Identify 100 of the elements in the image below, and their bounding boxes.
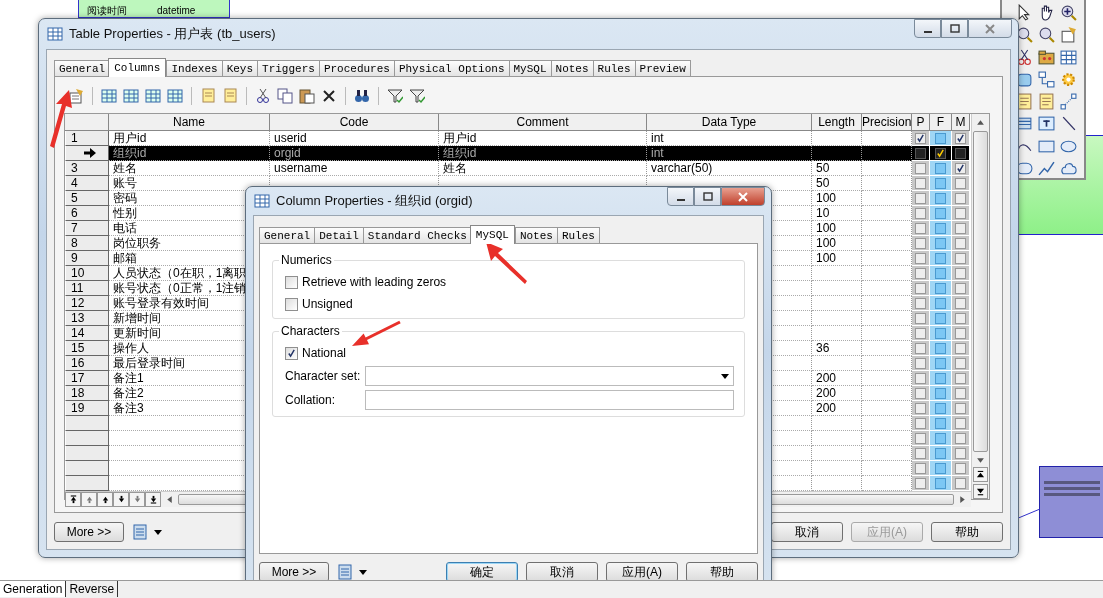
tab[interactable]: Rules xyxy=(592,60,636,76)
column-header[interactable]: Code xyxy=(270,114,439,131)
connector-icon[interactable] xyxy=(1038,70,1055,88)
checkbox[interactable] xyxy=(915,432,926,444)
checkbox[interactable] xyxy=(915,462,926,474)
row-header[interactable]: 15 xyxy=(65,341,109,356)
checkbox[interactable] xyxy=(955,462,966,474)
tab[interactable]: Triggers xyxy=(257,60,320,76)
column-header[interactable]: Name xyxy=(109,114,270,131)
row-header[interactable]: 19 xyxy=(65,401,109,416)
column-header[interactable]: Length xyxy=(812,114,862,131)
tab[interactable]: MySQL xyxy=(469,225,515,244)
paste-icon[interactable] xyxy=(299,88,315,104)
checkbox[interactable] xyxy=(915,222,926,234)
checkbox[interactable] xyxy=(915,192,926,204)
checkbox[interactable] xyxy=(915,132,926,144)
minimize-button[interactable] xyxy=(667,187,694,206)
column-header[interactable]: P xyxy=(912,114,930,131)
properties-icon[interactable] xyxy=(68,88,84,104)
scrollbar-thumb[interactable] xyxy=(973,131,988,452)
checkbox[interactable] xyxy=(935,237,946,249)
checkbox[interactable] xyxy=(955,297,966,309)
row-header[interactable]: 8 xyxy=(65,236,109,251)
dialog-button[interactable]: 确定 xyxy=(446,562,518,582)
table-row[interactable]: 组织id orgid 组织id int xyxy=(65,146,971,161)
checkbox[interactable] xyxy=(935,282,946,294)
minimize-button[interactable] xyxy=(914,19,941,38)
row-header[interactable]: 5 xyxy=(65,191,109,206)
checkbox[interactable] xyxy=(955,222,966,234)
checkbox[interactable] xyxy=(935,132,946,144)
cut-icon[interactable] xyxy=(255,88,271,104)
tab[interactable]: Columns xyxy=(108,58,167,77)
checkbox[interactable] xyxy=(955,417,966,429)
table-row[interactable]: 3 姓名 username 姓名 varchar(50) 50 xyxy=(65,161,971,176)
more-button[interactable]: More >> xyxy=(54,522,124,542)
scroll-down-icon[interactable] xyxy=(976,456,985,465)
checkbox[interactable] xyxy=(935,402,946,414)
checkbox[interactable] xyxy=(955,402,966,414)
dialog-button[interactable]: 应用(A) xyxy=(606,562,678,582)
scroll-left-icon[interactable] xyxy=(165,495,174,504)
checkbox[interactable] xyxy=(935,462,946,474)
row-header[interactable]: 7 xyxy=(65,221,109,236)
column-header[interactable]: M xyxy=(952,114,970,131)
close-button[interactable] xyxy=(721,187,765,206)
checkbox[interactable] xyxy=(915,252,926,264)
tab[interactable]: Notes xyxy=(550,60,594,76)
row-move-button[interactable] xyxy=(145,492,161,507)
tab[interactable]: General xyxy=(259,227,316,243)
row-header[interactable]: 13 xyxy=(65,311,109,326)
checkbox[interactable] xyxy=(915,312,926,324)
checkbox[interactable] xyxy=(955,432,966,444)
caret-icon[interactable] xyxy=(359,569,367,575)
checkbox[interactable] xyxy=(955,162,966,174)
checkbox[interactable] xyxy=(935,477,946,489)
checkbox[interactable] xyxy=(955,192,966,204)
checkbox[interactable] xyxy=(915,162,926,174)
checkbox[interactable] xyxy=(955,207,966,219)
row-move-button[interactable] xyxy=(65,492,81,507)
checkbox[interactable] xyxy=(915,147,926,159)
sheet-tab[interactable]: Generation xyxy=(0,581,67,597)
checkbox[interactable] xyxy=(915,357,926,369)
row-header[interactable]: 4 xyxy=(65,176,109,191)
checkbox[interactable] xyxy=(955,447,966,459)
checkbox[interactable] xyxy=(935,267,946,279)
checkbox[interactable] xyxy=(935,162,946,174)
note-icon[interactable] xyxy=(1038,93,1055,110)
dialog-button[interactable]: 取消 xyxy=(771,522,843,542)
maximize-button[interactable] xyxy=(694,187,721,206)
scroll-top-button[interactable] xyxy=(973,467,988,482)
row-header[interactable] xyxy=(65,146,109,161)
checkbox[interactable] xyxy=(285,275,298,289)
checkbox[interactable] xyxy=(915,477,926,489)
checkbox[interactable] xyxy=(935,387,946,399)
tab[interactable]: Rules xyxy=(556,227,600,243)
dialog-button[interactable]: 取消 xyxy=(526,562,598,582)
row-header[interactable]: 12 xyxy=(65,296,109,311)
tab[interactable]: Detail xyxy=(314,227,364,243)
checkbox[interactable] xyxy=(915,372,926,384)
line-icon[interactable] xyxy=(1060,115,1077,133)
checkbox[interactable] xyxy=(955,387,966,399)
grid-icon[interactable] xyxy=(101,88,117,104)
checkbox[interactable] xyxy=(935,312,946,324)
row-header[interactable]: 18 xyxy=(65,386,109,401)
grid-icon[interactable] xyxy=(1060,48,1077,66)
checkbox[interactable] xyxy=(955,477,966,489)
scroll-up-icon[interactable] xyxy=(976,118,985,127)
checkbox[interactable] xyxy=(915,267,926,279)
magnifier-icon[interactable] xyxy=(1038,26,1055,44)
row-header[interactable]: 11 xyxy=(65,281,109,296)
grid-icon[interactable] xyxy=(145,88,161,104)
checkbox[interactable] xyxy=(955,132,966,144)
checkbox[interactable] xyxy=(955,342,966,354)
grid-icon[interactable] xyxy=(167,88,183,104)
checkbox[interactable] xyxy=(915,177,926,189)
checkbox[interactable] xyxy=(285,297,298,311)
checkbox[interactable] xyxy=(935,147,946,159)
row-header[interactable]: 14 xyxy=(65,326,109,341)
row-header[interactable]: 16 xyxy=(65,356,109,371)
checkbox[interactable] xyxy=(935,372,946,384)
gear-icon[interactable] xyxy=(1060,70,1077,88)
